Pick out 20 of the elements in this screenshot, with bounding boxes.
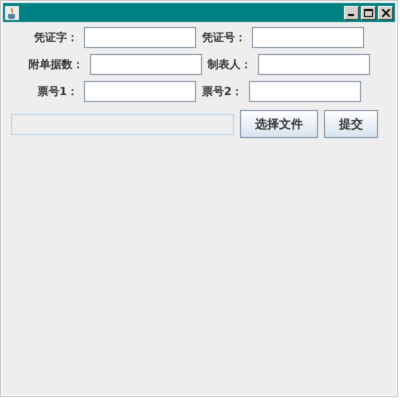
maximize-button[interactable] [361, 6, 376, 20]
input-field[interactable] [84, 27, 196, 48]
minimize-button[interactable] [344, 6, 359, 20]
java-cup-icon [5, 6, 19, 20]
field-label: 票号1： [37, 84, 78, 99]
field-label: 凭证号： [202, 30, 246, 45]
submit-button[interactable]: 提交 [324, 110, 378, 138]
input-field[interactable] [90, 54, 202, 75]
close-button[interactable] [378, 6, 393, 20]
field-label: 票号2： [202, 84, 243, 99]
field-label: 制表人： [208, 57, 252, 72]
choose-file-button[interactable]: 选择文件 [240, 110, 318, 138]
input-field[interactable] [258, 54, 370, 75]
maximize-icon [364, 8, 373, 16]
input-field[interactable] [84, 81, 196, 102]
field-label: 凭证字： [34, 30, 78, 45]
input-field[interactable] [248, 81, 361, 102]
close-icon [382, 8, 390, 16]
input-field[interactable] [252, 27, 364, 48]
field-label: 附单据数： [28, 57, 84, 72]
